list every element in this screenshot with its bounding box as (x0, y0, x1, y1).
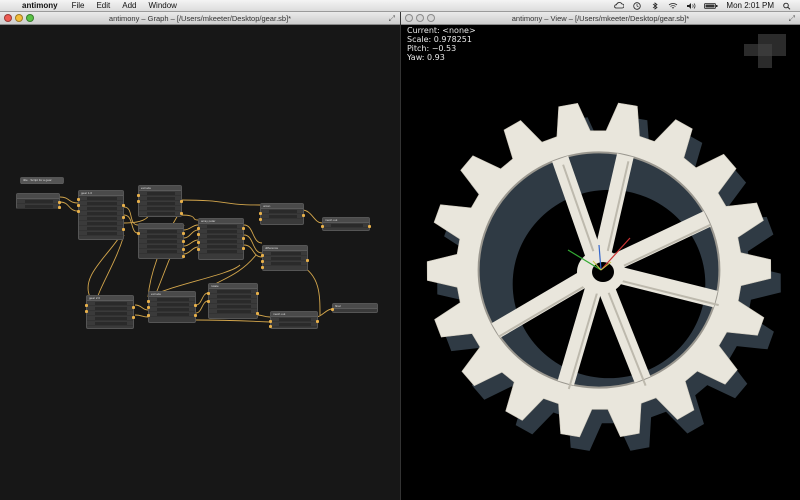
view-titlebar[interactable]: antimony – View – [/Users/mkeeter/Deskto… (401, 12, 800, 25)
node-union[interactable]: union (259, 203, 305, 225)
wire (183, 229, 199, 239)
wire (195, 319, 271, 323)
node-gear-profile[interactable]: gear 1.0 (77, 190, 125, 240)
graph-window-title: antimony – Graph – [/Users/mkeeter/Deskt… (108, 13, 292, 23)
zoom-button[interactable] (26, 14, 34, 22)
wire (257, 314, 271, 318)
node-script-title[interactable]: title · Script for a gear (20, 177, 64, 184)
wire (299, 264, 321, 316)
cloud-icon[interactable] (614, 1, 625, 10)
bluetooth-icon[interactable] (650, 1, 660, 10)
view-window: antimony – View – [/Users/mkeeter/Deskto… (401, 12, 800, 500)
volume-icon[interactable] (686, 2, 696, 10)
wire (243, 224, 263, 244)
timemachine-icon[interactable] (632, 1, 642, 10)
wire (183, 239, 199, 247)
gear-render[interactable] (401, 25, 800, 500)
fullscreen-icon[interactable]: ⤢ (389, 14, 395, 24)
node-input[interactable] (16, 193, 61, 209)
wire (179, 199, 261, 206)
node-output-top[interactable]: mesh out (321, 217, 371, 231)
window-controls (4, 14, 34, 22)
fullscreen-icon[interactable]: ⤢ (789, 14, 795, 24)
search-icon[interactable] (782, 2, 792, 10)
node-extrude[interactable]: extrude (137, 185, 183, 217)
window-controls-inactive (405, 14, 435, 22)
wire (87, 229, 125, 298)
battery-icon[interactable] (704, 2, 718, 10)
node-output-final[interactable]: final (331, 303, 378, 313)
graph-wires (59, 196, 333, 323)
wire (183, 224, 199, 231)
node-spoke-array[interactable]: array polar (197, 218, 245, 260)
minimize-button[interactable] (416, 14, 424, 22)
graph-window: antimony – Graph – [/Users/mkeeter/Deskt… (0, 12, 401, 500)
node-rotate[interactable]: rotate (207, 283, 259, 319)
node-difference[interactable]: difference (261, 245, 309, 271)
node-gear-2[interactable]: gear 2.0 (85, 295, 135, 329)
close-button[interactable] (4, 14, 12, 22)
menu-window[interactable]: Window (144, 1, 184, 10)
graph-titlebar[interactable]: antimony – Graph – [/Users/mkeeter/Deskt… (0, 12, 400, 25)
menu-edit[interactable]: Edit (92, 1, 118, 10)
node-extrude-2[interactable]: extrude (147, 291, 197, 323)
status-area: Mon 2:01 PM (614, 1, 800, 10)
zoom-button[interactable] (427, 14, 435, 22)
minimize-button[interactable] (15, 14, 23, 22)
wire (315, 308, 333, 318)
menu-add[interactable]: Add (118, 1, 144, 10)
close-button[interactable] (405, 14, 413, 22)
menu-file[interactable]: File (68, 1, 93, 10)
wire (59, 201, 79, 212)
wifi-icon[interactable] (668, 2, 678, 10)
wire (183, 246, 199, 255)
gear-hub-hole (592, 262, 614, 282)
clock[interactable]: Mon 2:01 PM (726, 1, 774, 10)
view-window-title: antimony – View – [/Users/mkeeter/Deskto… (511, 13, 690, 23)
wire (195, 292, 209, 306)
wire (179, 214, 199, 221)
graph-canvas[interactable]: title · Script for a gear gear 1.0 extru… (0, 25, 400, 500)
node-circle[interactable] (137, 223, 185, 259)
wire (301, 209, 323, 224)
wire (195, 300, 209, 314)
menubar: antimony File Edit Add Window Mon 2:01 P… (0, 0, 800, 12)
wire (243, 244, 263, 258)
app-menu[interactable]: antimony (18, 1, 68, 10)
node-mesh-out[interactable]: mesh out (269, 311, 319, 329)
